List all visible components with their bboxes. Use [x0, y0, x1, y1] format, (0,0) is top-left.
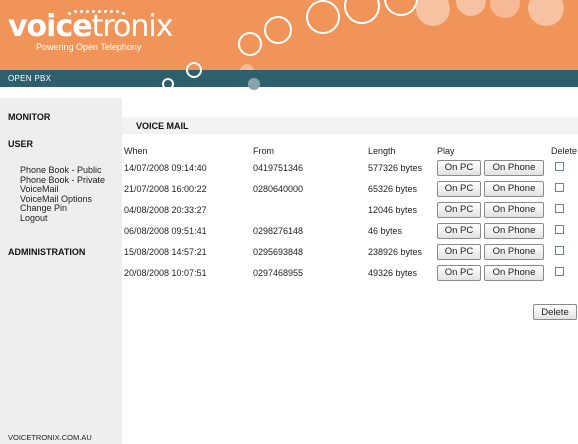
page-title: VOICE MAIL: [136, 121, 189, 131]
play-on-pc-button[interactable]: On PC: [437, 202, 481, 218]
play-on-pc-button[interactable]: On PC: [437, 223, 481, 239]
decorative-circle: [186, 62, 202, 78]
footer-site-label: VOICETRONIX.COM.AU: [8, 433, 92, 442]
delete-checkbox[interactable]: [555, 183, 564, 192]
decorative-circle: [162, 78, 174, 90]
table-row: 15/08/2008 14:57:21 0295693848 238926 byte…: [0, 243, 578, 264]
section-title-bar: VOICE MAIL: [122, 117, 578, 134]
product-label: OPEN PBX: [8, 74, 52, 83]
column-header-play: Play: [437, 146, 455, 156]
nav-user[interactable]: USER: [8, 139, 33, 149]
cell-length: 46 bytes: [368, 226, 403, 236]
play-on-pc-button[interactable]: On PC: [437, 160, 481, 176]
decorative-circle: [344, 0, 380, 24]
nav-monitor[interactable]: MONITOR: [8, 112, 50, 122]
delete-checkbox[interactable]: [555, 267, 564, 276]
decorative-circle: [490, 0, 520, 18]
delete-checkbox[interactable]: [555, 246, 564, 255]
column-header-from: From: [253, 146, 274, 156]
cell-when: 06/08/2008 09:51:41: [124, 226, 207, 236]
play-on-phone-button[interactable]: On Phone: [484, 202, 544, 218]
cell-from: 0419751346: [253, 163, 304, 173]
cell-from: 0298276148: [253, 226, 304, 236]
decorative-circle: [306, 0, 340, 34]
logo-bold-text: voice: [8, 9, 93, 44]
cell-length: 65326 bytes: [368, 184, 418, 194]
cell-length: 238926 bytes: [368, 247, 423, 257]
cell-from: 0280640000: [253, 184, 304, 194]
cell-when: 04/08/2008 20:33:27: [124, 205, 207, 215]
decorative-circle: [384, 0, 418, 16]
play-on-phone-button[interactable]: On Phone: [484, 244, 544, 260]
table-row: 14/07/2008 09:14:40 0419751346 577326 byte…: [0, 159, 578, 180]
table-row: 20/08/2008 10:07:51 0297468955 49326 bytes…: [0, 264, 578, 285]
cell-length: 49326 bytes: [368, 268, 418, 278]
table-row: 21/07/2008 16:00:22 0280640000 65326 bytes…: [0, 180, 578, 201]
header-banner: voicetronix Powering Open Telephony: [0, 0, 578, 70]
table-row: 04/08/2008 20:33:27 12046 bytes On PC On Ph…: [0, 201, 578, 222]
delete-button[interactable]: Delete: [533, 304, 577, 320]
decorative-circle: [238, 32, 262, 56]
play-on-pc-button[interactable]: On PC: [437, 244, 481, 260]
cell-when: 14/07/2008 09:14:40: [124, 163, 207, 173]
play-on-phone-button[interactable]: On Phone: [484, 181, 544, 197]
cell-length: 577326 bytes: [368, 163, 423, 173]
play-on-phone-button[interactable]: On Phone: [484, 223, 544, 239]
cell-when: 15/08/2008 14:57:21: [124, 247, 207, 257]
decorative-circle: [248, 78, 260, 90]
play-on-pc-button[interactable]: On PC: [437, 181, 481, 197]
decorative-circle: [264, 16, 292, 44]
cell-from: 0295693848: [253, 247, 304, 257]
delete-checkbox[interactable]: [555, 225, 564, 234]
product-bar: OPEN PBX: [0, 62, 578, 90]
column-header-delete: Delete: [551, 146, 578, 156]
cell-from: 0297468955: [253, 268, 304, 278]
column-header-when: When: [124, 146, 148, 156]
play-on-pc-button[interactable]: On PC: [437, 265, 481, 281]
decorative-circle: [528, 0, 564, 26]
logo-light-text: tronix: [91, 9, 174, 44]
voicetronix-logo: voicetronix Powering Open Telephony: [8, 9, 174, 53]
column-header-length: Length: [368, 146, 396, 156]
table-row: 06/08/2008 09:51:41 0298276148 46 bytes On …: [0, 222, 578, 243]
delete-checkbox[interactable]: [555, 162, 564, 171]
cell-length: 12046 bytes: [368, 205, 418, 215]
cell-when: 21/07/2008 16:00:22: [124, 184, 207, 194]
cell-when: 20/08/2008 10:07:51: [124, 268, 207, 278]
decorative-circle: [456, 0, 486, 16]
play-on-phone-button[interactable]: On Phone: [484, 265, 544, 281]
delete-checkbox[interactable]: [555, 204, 564, 213]
decorative-circle: [416, 0, 450, 26]
play-on-phone-button[interactable]: On Phone: [484, 160, 544, 176]
